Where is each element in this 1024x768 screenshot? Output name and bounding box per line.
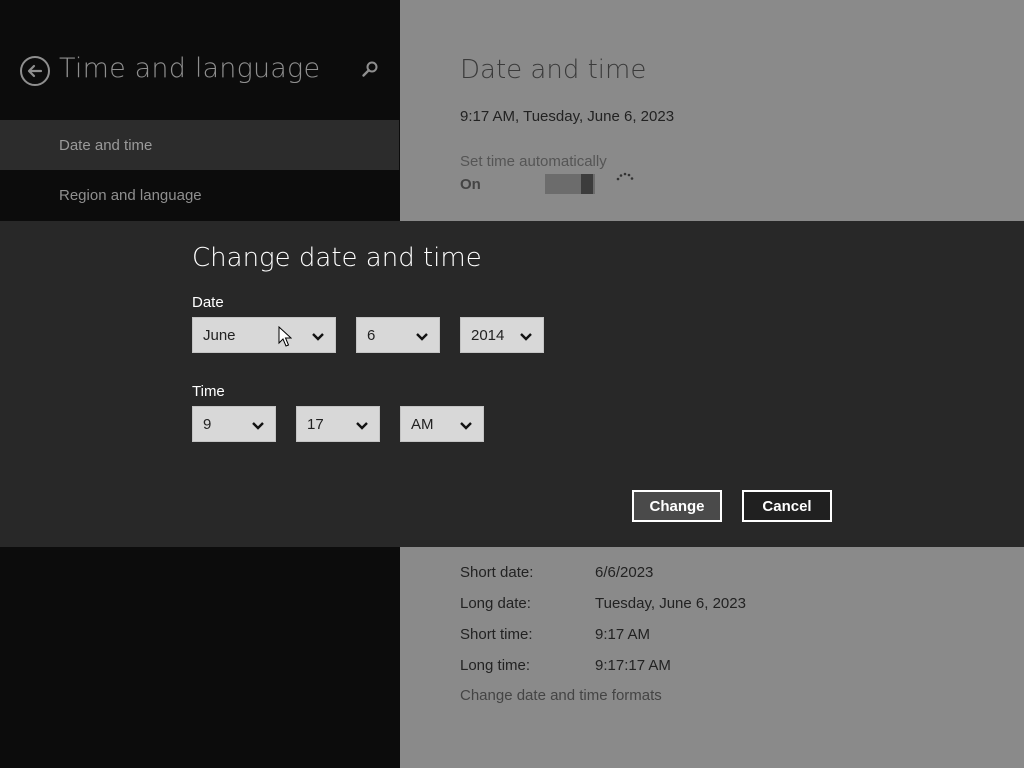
date-label: Date	[192, 294, 224, 311]
dialog-title: Change date and time	[192, 243, 482, 273]
format-row-long-date: Long date: Tuesday, June 6, 2023	[460, 595, 746, 612]
nav-item-label: Region and language	[59, 186, 202, 204]
format-key: Long time:	[460, 657, 531, 674]
ampm-value: AM	[411, 415, 434, 433]
chevron-down-icon	[252, 422, 264, 430]
month-value: June	[203, 326, 236, 344]
format-key: Short time:	[460, 626, 533, 643]
day-value: 6	[367, 326, 376, 344]
minute-value: 17	[307, 415, 324, 433]
ampm-dropdown[interactable]: AM	[400, 406, 484, 442]
set-time-auto-state: On	[460, 176, 481, 193]
cancel-button[interactable]: Cancel	[742, 490, 832, 522]
format-row-short-time: Short time: 9:17 AM	[460, 626, 650, 643]
page-title: Date and time	[460, 55, 647, 85]
year-value: 2014	[471, 326, 505, 344]
back-arrow-icon	[27, 64, 43, 78]
format-value: 6/6/2023	[595, 564, 654, 581]
set-time-auto-toggle[interactable]	[545, 174, 595, 194]
change-button[interactable]: Change	[632, 490, 722, 522]
month-dropdown[interactable]: June	[192, 317, 336, 353]
time-label: Time	[192, 383, 225, 400]
change-formats-link[interactable]: Change date and time formats	[460, 687, 662, 704]
format-value: Tuesday, June 6, 2023	[595, 595, 746, 612]
set-time-auto-label: Set time automatically	[460, 153, 607, 170]
day-dropdown[interactable]: 6	[356, 317, 440, 353]
nav-item-region-and-language[interactable]: Region and language	[0, 170, 399, 220]
mouse-pointer-icon	[278, 326, 292, 347]
format-row-long-time: Long time: 9:17:17 AM	[460, 657, 671, 674]
toggle-thumb	[581, 174, 593, 194]
year-dropdown[interactable]: 2014	[460, 317, 544, 353]
chevron-down-icon	[356, 422, 368, 430]
chevron-down-icon	[460, 422, 472, 430]
pane-title: Time and language	[59, 53, 321, 84]
format-key: Long date:	[460, 595, 531, 612]
nav-item-label: Date and time	[59, 136, 153, 154]
hour-dropdown[interactable]: 9	[192, 406, 276, 442]
format-row-short-date: Short date: 6/6/2023	[460, 564, 653, 581]
search-icon[interactable]	[361, 60, 379, 78]
loading-spinner-icon	[616, 172, 634, 181]
format-key: Short date:	[460, 564, 534, 581]
chevron-down-icon	[520, 333, 532, 341]
change-date-time-dialog: Change date and time Date June 6 2014 Ti…	[0, 221, 1024, 547]
current-datetime: 9:17 AM, Tuesday, June 6, 2023	[460, 108, 675, 125]
minute-dropdown[interactable]: 17	[296, 406, 380, 442]
nav-item-date-and-time[interactable]: Date and time	[0, 120, 399, 170]
hour-value: 9	[203, 415, 212, 433]
back-button[interactable]	[20, 56, 50, 86]
chevron-down-icon	[312, 333, 324, 341]
chevron-down-icon	[416, 333, 428, 341]
format-value: 9:17:17 AM	[595, 657, 671, 674]
format-value: 9:17 AM	[595, 626, 651, 643]
